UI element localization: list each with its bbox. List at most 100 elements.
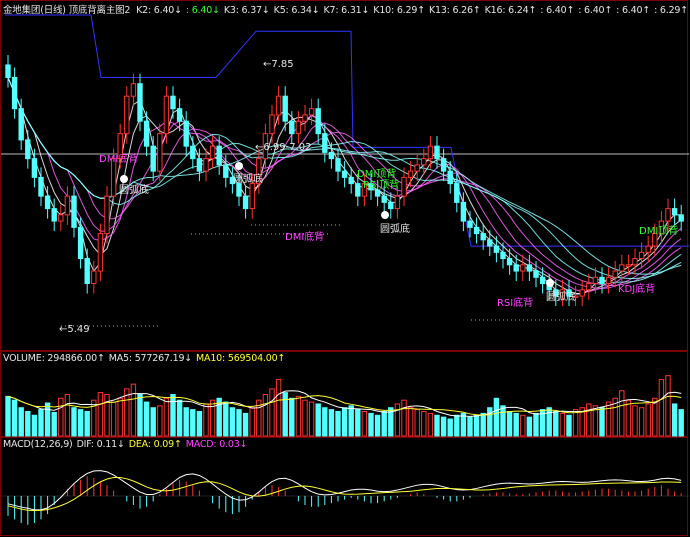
volume-bar (190, 409, 196, 437)
candle-body (183, 120, 189, 147)
volume-bar (513, 412, 519, 437)
candle-body (341, 170, 348, 178)
candle-body (421, 158, 427, 166)
candle-body (289, 120, 295, 135)
volume-bar (638, 407, 645, 437)
volume-bar (467, 416, 473, 437)
candle-body (625, 264, 632, 267)
volume-bar (130, 383, 137, 437)
candle-body (665, 208, 671, 222)
volume-bar (143, 401, 150, 437)
candle-body (302, 114, 308, 122)
candle-body (533, 270, 539, 278)
volume-bar (223, 401, 229, 437)
candle-body (599, 276, 605, 285)
volume-bar (559, 412, 566, 437)
volume-bar (236, 409, 242, 437)
candle-body (91, 270, 97, 285)
low-price-value: 5.49 (67, 324, 90, 335)
volume-bar (262, 394, 269, 437)
volume-bar (454, 414, 460, 437)
volume-bar (203, 403, 209, 437)
volume-bar (322, 407, 328, 437)
volume-bar (394, 403, 401, 437)
candle-body (388, 201, 394, 210)
volume-bar (38, 409, 44, 437)
volume-bar (249, 407, 255, 437)
low-price-label: ←5.49 (59, 324, 90, 335)
volume-bar (665, 375, 671, 437)
candle-body (308, 108, 315, 116)
candle-body (71, 195, 77, 228)
volume-bar (31, 414, 38, 437)
candle-body (11, 76, 18, 110)
volume-bar (427, 412, 434, 437)
candle-body (513, 264, 519, 272)
candle-body (5, 64, 11, 78)
candlestick-chart[interactable] (1, 1, 689, 352)
candle-body (520, 264, 526, 272)
volume-bar (150, 407, 156, 437)
candle-body (97, 233, 104, 272)
signal-dot (235, 162, 243, 170)
price-panel[interactable]: 金地集团(日线) 顶底背离主图2 K2: 6.40↓: 6.40↓ K3: 6.3… (0, 0, 689, 352)
signal-dot (546, 279, 554, 287)
volume-bar (368, 412, 374, 437)
candle-body (612, 270, 618, 278)
volume-chart[interactable] (1, 352, 689, 438)
candle-body (223, 164, 229, 178)
volume-bar (341, 407, 348, 437)
volume-bar (520, 414, 526, 437)
volume-bar (480, 412, 486, 437)
volume-bar (381, 410, 387, 437)
candle-body (401, 176, 407, 197)
candle-body (44, 195, 51, 210)
candle-body (526, 264, 533, 272)
signal-label: KDJ底背 (618, 284, 656, 295)
volume-bar (104, 394, 110, 437)
candle-body (150, 145, 156, 172)
volume-bar (295, 395, 302, 437)
candle-body (249, 183, 255, 210)
volume-bar (348, 405, 354, 437)
volume-panel[interactable]: VOLUME: 294866.00↑ MA5: 577267.19↓ MA10: 5… (0, 351, 688, 437)
candle-body (434, 145, 440, 160)
volume-bar (586, 403, 592, 437)
signal-label: DMI底背 (285, 232, 325, 243)
volume-bar (572, 409, 579, 437)
macd-chart[interactable] (1, 438, 689, 537)
candle-body (348, 176, 354, 185)
candle-body (51, 208, 57, 222)
candle-body (190, 145, 196, 160)
high-price-label: ←7.85 (263, 59, 294, 70)
candle-body (645, 245, 651, 253)
candle-body (170, 95, 176, 110)
candle-body (460, 201, 467, 222)
candle-body (473, 226, 480, 235)
volume-bar (51, 411, 57, 437)
candle-body (143, 120, 150, 147)
volume-bar (625, 399, 632, 437)
candle-body (335, 158, 341, 172)
macd-panel[interactable]: MACD(12,26,9) DIF: 0.11↓ DEA: 0.09↑ MACD: 0… (0, 437, 689, 537)
candle-body (38, 176, 44, 197)
volume-bar (434, 414, 440, 437)
signal-label: RSI底背 (497, 298, 534, 309)
volume-bar (447, 418, 453, 437)
candle-body (414, 164, 420, 172)
volume-bar (64, 394, 71, 437)
candle-body (157, 133, 163, 172)
candle-body (84, 258, 90, 285)
volume-bar (117, 397, 123, 437)
volume-bar (599, 407, 605, 437)
candle-body (355, 183, 361, 197)
volume-bar (526, 416, 533, 437)
candle-body (447, 170, 453, 185)
candle-body (539, 276, 546, 285)
candle-body (77, 226, 84, 260)
candle-body (25, 139, 31, 160)
volume-bar (566, 414, 572, 437)
volume-bar (209, 399, 216, 437)
candle-body (322, 133, 328, 153)
candle-body (196, 158, 203, 172)
